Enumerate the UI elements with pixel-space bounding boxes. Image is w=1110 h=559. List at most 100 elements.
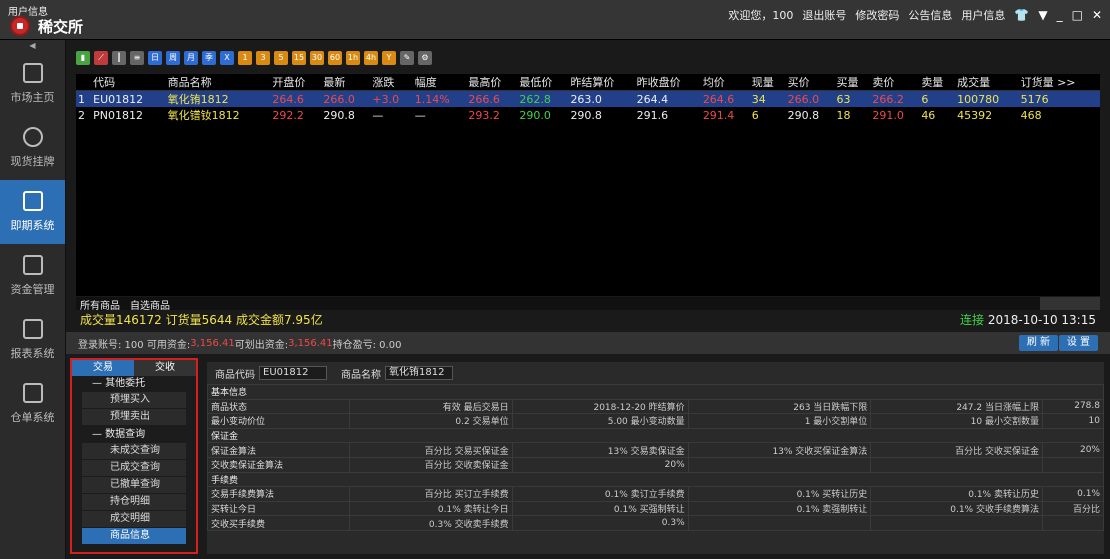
- candlestick-icon[interactable]: ┃: [112, 51, 126, 65]
- user-info-link[interactable]: 用户信息: [961, 7, 1005, 23]
- product-code-label: 商品代码: [215, 369, 255, 381]
- cell: 2: [78, 108, 85, 122]
- period-4h-icon[interactable]: 4h: [364, 51, 378, 65]
- trade-sub-menu: 交易 交收 — 其他委托 预埋买入 预埋卖出 — 数据查询 未成交查询 已成交查…: [70, 358, 198, 554]
- col-ask-vol[interactable]: 卖量: [919, 74, 956, 91]
- col-last[interactable]: 最新: [321, 74, 371, 91]
- cell: 0.3% 交收卖手续费: [348, 515, 513, 531]
- announcement-link[interactable]: 公告信息: [908, 7, 952, 23]
- group-data-query[interactable]: — 数据查询: [72, 427, 196, 442]
- draw-icon[interactable]: ✎: [400, 51, 414, 65]
- home-icon: [22, 63, 43, 83]
- menu-filled-query[interactable]: 已成交查询: [82, 460, 186, 476]
- tab-all-products[interactable]: 所有商品: [80, 297, 120, 312]
- col-index[interactable]: [76, 74, 92, 91]
- menu-position-detail[interactable]: 持仓明细: [82, 494, 186, 510]
- shirt-icon[interactable]: 👕: [1014, 8, 1029, 22]
- col-pct[interactable]: 幅度: [412, 74, 467, 91]
- month-period-icon[interactable]: 月: [184, 51, 198, 65]
- top-bar: 用户信息 稀交所 欢迎您，100 退出账号 修改密码 公告信息 用户信息 👕 ▼…: [0, 0, 1110, 40]
- cell: 0.1% 卖转让今日: [348, 500, 513, 517]
- table-row[interactable]: 1 EU01812 氧化铕1812 264.6 266.0 +3.0 1.14%…: [76, 90, 1100, 107]
- period-5-icon[interactable]: 5: [274, 51, 288, 65]
- col-volume[interactable]: 成交量: [955, 74, 1019, 91]
- tab-trade[interactable]: 交易: [72, 360, 134, 376]
- cell: 0.1% 卖强制转让: [687, 500, 872, 517]
- cell: 13% 交易卖保证金: [511, 442, 689, 458]
- close-button[interactable]: ✕: [1092, 8, 1102, 22]
- collapse-icon[interactable]: ◀: [0, 40, 65, 52]
- product-name-select[interactable]: 氧化铕1812: [385, 366, 453, 380]
- period-3-icon[interactable]: 3: [256, 51, 270, 65]
- dropdown-icon[interactable]: ▼: [1038, 8, 1047, 22]
- bar-chart-icon[interactable]: ▮: [76, 51, 90, 65]
- col-name[interactable]: 商品名称: [165, 74, 271, 91]
- nav-warehouse-system[interactable]: 仓单系统: [0, 372, 65, 436]
- col-high[interactable]: 最高价: [466, 74, 518, 91]
- nav-report-system[interactable]: 报表系统: [0, 308, 65, 372]
- menu-preset-buy[interactable]: 预埋买入: [82, 392, 186, 408]
- day-period-icon[interactable]: 日: [148, 51, 162, 65]
- product-code-select[interactable]: EU01812: [259, 366, 327, 380]
- col-prev-settle[interactable]: 昨结算价: [568, 74, 635, 91]
- refresh-button[interactable]: 刷 新: [1018, 335, 1058, 351]
- gear-icon[interactable]: ⚙: [418, 51, 432, 65]
- col-ask[interactable]: 卖价: [870, 74, 920, 91]
- period-60-icon[interactable]: 60: [328, 51, 342, 65]
- horizontal-scrollbar[interactable]: [1040, 297, 1100, 310]
- period-15-icon[interactable]: 15: [292, 51, 306, 65]
- nav-spot-listing[interactable]: 现货挂牌: [0, 116, 65, 180]
- section-basic: 基本信息: [207, 384, 1104, 400]
- nav-market-home[interactable]: 市场主页: [0, 52, 65, 116]
- col-open[interactable]: 开盘价: [270, 74, 322, 91]
- menu-preset-sell[interactable]: 预埋卖出: [82, 409, 186, 425]
- col-prev-close[interactable]: 昨收盘价: [634, 74, 701, 91]
- cell: 0.2 交易单位: [348, 413, 513, 429]
- col-low[interactable]: 最低价: [517, 74, 569, 91]
- col-change[interactable]: 涨跌: [370, 74, 413, 91]
- week-period-icon[interactable]: 周: [166, 51, 180, 65]
- settings-button[interactable]: 设 置: [1058, 335, 1098, 351]
- nav-fund-management[interactable]: 资金管理: [0, 244, 65, 308]
- nav-label: 现货挂牌: [10, 155, 55, 168]
- col-bid[interactable]: 买价: [785, 74, 835, 91]
- col-order-vol[interactable]: 订货量 >>: [1018, 74, 1100, 91]
- cell: 6: [751, 108, 759, 122]
- product-info-panel: 商品代码 EU01812 商品名称 氧化铕1812 基本信息 商品状态 有效 最后…: [207, 362, 1105, 554]
- period-y-icon[interactable]: Y: [382, 51, 396, 65]
- cell: 百分比 交收卖保证金: [348, 456, 513, 473]
- menu-product-info[interactable]: 商品信息: [82, 528, 186, 544]
- col-code[interactable]: 代码: [91, 74, 166, 91]
- change-password-link[interactable]: 修改密码: [855, 7, 899, 23]
- x-period-icon[interactable]: X: [220, 51, 234, 65]
- cell: 292.2: [272, 108, 304, 122]
- menu-unfilled-query[interactable]: 未成交查询: [82, 443, 186, 459]
- news-icon[interactable]: ≡: [130, 51, 144, 65]
- available-funds: 3,156.41: [190, 337, 235, 349]
- col-avg[interactable]: 均价: [700, 74, 750, 91]
- tab-delivery[interactable]: 交收: [134, 360, 196, 376]
- quarter-period-icon[interactable]: 季: [202, 51, 216, 65]
- group-other-orders[interactable]: — 其他委托: [72, 376, 196, 391]
- logout-link[interactable]: 退出账号: [802, 7, 846, 23]
- line-chart-icon[interactable]: ⟋: [94, 51, 108, 65]
- tab-favorites[interactable]: 自选商品: [130, 297, 170, 312]
- period-30-icon[interactable]: 30: [310, 51, 324, 65]
- period-1-icon[interactable]: 1: [238, 51, 252, 65]
- col-current-vol[interactable]: 现量: [749, 74, 786, 91]
- menu-cancelled-query[interactable]: 已撤单查询: [82, 477, 186, 493]
- minimize-button[interactable]: _: [1057, 8, 1063, 22]
- nav-spot-system[interactable]: 即期系统: [0, 180, 65, 244]
- table-row[interactable]: 2 PN01812 氧化镨钕1812 292.2 290.8 — — 293.2…: [76, 107, 1100, 123]
- col-bid-vol[interactable]: 买量: [834, 74, 871, 91]
- maximize-button[interactable]: □: [1072, 8, 1083, 22]
- menu-trade-detail[interactable]: 成交明细: [82, 511, 186, 527]
- withdrawable-label: 可划出资金:: [234, 339, 289, 351]
- cell: 264.6: [270, 90, 322, 107]
- report-icon: [22, 319, 43, 339]
- period-1h-icon[interactable]: 1h: [346, 51, 360, 65]
- cell: 34: [749, 90, 786, 107]
- yen-icon: [22, 127, 43, 147]
- cell: 266.2: [870, 90, 920, 107]
- clock: 2018-10-10 13:15: [987, 313, 1096, 327]
